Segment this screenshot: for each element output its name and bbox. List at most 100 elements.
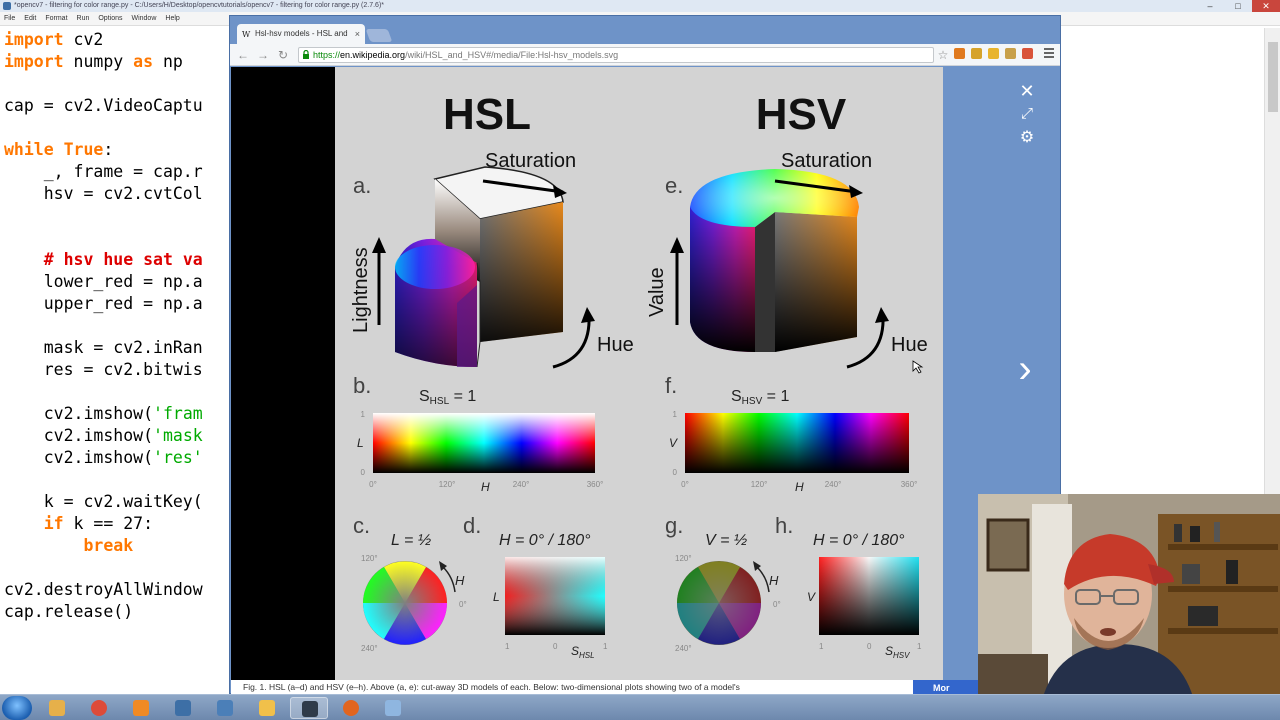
extension-icon[interactable] xyxy=(988,48,999,59)
taskbar-network-drive[interactable] xyxy=(374,697,412,719)
code-token: cv2 xyxy=(63,30,104,49)
idle-window-title: *opencv7 - filtering for color range.py … xyxy=(14,2,385,9)
tab-close-icon[interactable]: × xyxy=(355,24,360,44)
webcam-overlay xyxy=(978,494,1280,720)
code-line: upper_red = np.a xyxy=(4,293,203,315)
code-editor[interactable]: import cv2 import numpy as np cap = cv2.Vi… xyxy=(4,29,203,623)
lightbox-expand-icon[interactable]: ⤢ xyxy=(1017,105,1037,122)
code-token: import xyxy=(4,30,64,49)
svg-text:1: 1 xyxy=(819,642,824,651)
idle-menu-window[interactable]: Window xyxy=(131,12,156,25)
lightbox-close-icon[interactable]: ✕ xyxy=(1017,81,1037,102)
taskbar-firefox[interactable] xyxy=(332,697,370,719)
extension-icon[interactable] xyxy=(971,48,982,59)
svg-text:120°: 120° xyxy=(439,480,456,489)
code-token: while xyxy=(4,140,54,159)
code-line: import cv2 xyxy=(4,29,203,51)
svg-text:360°: 360° xyxy=(587,480,604,489)
code-line: if k == 27: xyxy=(4,513,203,535)
hsl-hue-label: Hue xyxy=(597,334,634,356)
extension-icon[interactable] xyxy=(1022,48,1033,59)
hsv-h-axis-label: H xyxy=(795,480,804,494)
code-token: np xyxy=(153,52,183,71)
browser-window: W Hsl-hsv models - HSL and × ← → ↻ https… xyxy=(229,15,1061,696)
taskbar-python-idle-2[interactable] xyxy=(206,697,244,719)
code-token: # hsv hue sat va xyxy=(43,250,203,269)
idle-menu-file[interactable]: File xyxy=(4,12,15,25)
code-token: if xyxy=(43,514,64,533)
hsl-h-0-180-label: H = 0° / 180° xyxy=(499,532,591,549)
svg-text:0°: 0° xyxy=(681,480,689,489)
idle-menu-run[interactable]: Run xyxy=(77,12,90,25)
lightbox-settings-icon[interactable]: ⚙ xyxy=(1017,127,1037,147)
tab-hsl-hsv-models[interactable]: W Hsl-hsv models - HSL and × xyxy=(237,24,365,44)
tab-strip: W Hsl-hsv models - HSL and × xyxy=(230,16,1060,44)
idle-menu-options[interactable]: Options xyxy=(98,12,122,25)
code-token: cap.release() xyxy=(4,602,134,621)
maximize-button[interactable]: □ xyxy=(1224,0,1252,12)
svg-text:0°: 0° xyxy=(773,600,781,609)
svg-text:H: H xyxy=(769,573,779,588)
idle-menu-edit[interactable]: Edit xyxy=(24,12,36,25)
address-bar[interactable]: https://en.wikipedia.org/wiki/HSL_and_HS… xyxy=(298,47,934,63)
taskbar-python-idle-3[interactable] xyxy=(248,697,286,719)
panel-label-h: h. xyxy=(775,513,793,538)
url-host: en.wikipedia.org xyxy=(340,50,406,60)
panel-label-c: c. xyxy=(353,513,370,538)
idle-menu-format[interactable]: Format xyxy=(45,12,67,25)
svg-text:240°: 240° xyxy=(825,480,842,489)
chrome-menu-icon[interactable] xyxy=(1044,48,1054,60)
taskbar-python-idle-1[interactable] xyxy=(164,697,202,719)
code-token: cv2.imshow( xyxy=(4,404,154,423)
python-idle-2-icon xyxy=(217,700,233,716)
hsv-cylinder-model xyxy=(690,169,859,352)
svg-text:0: 0 xyxy=(867,642,872,651)
code-token: import xyxy=(4,52,64,71)
lock-icon xyxy=(303,50,309,59)
forward-button[interactable]: → xyxy=(255,47,271,63)
new-tab-button[interactable] xyxy=(365,29,393,42)
screen-recorder-icon xyxy=(302,701,318,717)
hsl-h-axis-label: H xyxy=(481,480,490,494)
s-hsv-eq-label: SHSV = 1 xyxy=(731,388,789,407)
figure-svg: HSL HSV a. Saturation Lightness Hue e. S… xyxy=(350,90,928,660)
code-line: cv2.destroyAllWindow xyxy=(4,579,203,601)
bookmark-star-icon[interactable]: ☆ xyxy=(936,47,950,63)
svg-text:1: 1 xyxy=(361,410,366,419)
lightbox-next-icon[interactable]: › xyxy=(1013,349,1037,389)
extension-icon[interactable] xyxy=(1005,48,1016,59)
taskbar-chrome[interactable] xyxy=(80,697,118,719)
code-token: cap = cv2.VideoCaptu xyxy=(4,96,203,115)
hsv-hue-label: Hue xyxy=(891,334,928,356)
code-token: upper_red = np.a xyxy=(4,294,203,313)
url-scheme: https:// xyxy=(313,50,341,60)
back-button[interactable]: ← xyxy=(235,47,251,63)
panel-label-a: a. xyxy=(353,173,371,198)
windows-taskbar xyxy=(0,694,1280,720)
reload-button[interactable]: ↻ xyxy=(275,47,291,63)
taskbar-media-player[interactable] xyxy=(122,697,160,719)
scrollbar-thumb[interactable] xyxy=(1268,42,1278,112)
hsv-v-axis-label: V xyxy=(669,436,678,450)
start-button[interactable] xyxy=(2,696,32,720)
code-token: break xyxy=(83,536,134,555)
extension-icon[interactable] xyxy=(954,48,965,59)
code-line: hsv = cv2.cvtCol xyxy=(4,183,203,205)
close-button[interactable]: ✕ xyxy=(1252,0,1280,12)
value-label: Value xyxy=(646,267,668,317)
code-token: 'mask xyxy=(153,426,203,445)
minimize-button[interactable]: – xyxy=(1196,0,1224,12)
media-lightbox: HSL HSV a. Saturation Lightness Hue e. S… xyxy=(231,67,1035,680)
explorer-icon xyxy=(49,700,65,716)
s-hsl-eq-label: SHSL = 1 xyxy=(419,388,476,407)
code-token: k = cv2.waitKey( xyxy=(4,492,203,511)
hsl-l-half-label: L = ½ xyxy=(391,532,431,549)
idle-menu-help[interactable]: Help xyxy=(165,12,179,25)
taskbar-explorer[interactable] xyxy=(38,697,76,719)
taskbar-screen-recorder[interactable] xyxy=(290,697,328,719)
code-token: 'res' xyxy=(153,448,203,467)
